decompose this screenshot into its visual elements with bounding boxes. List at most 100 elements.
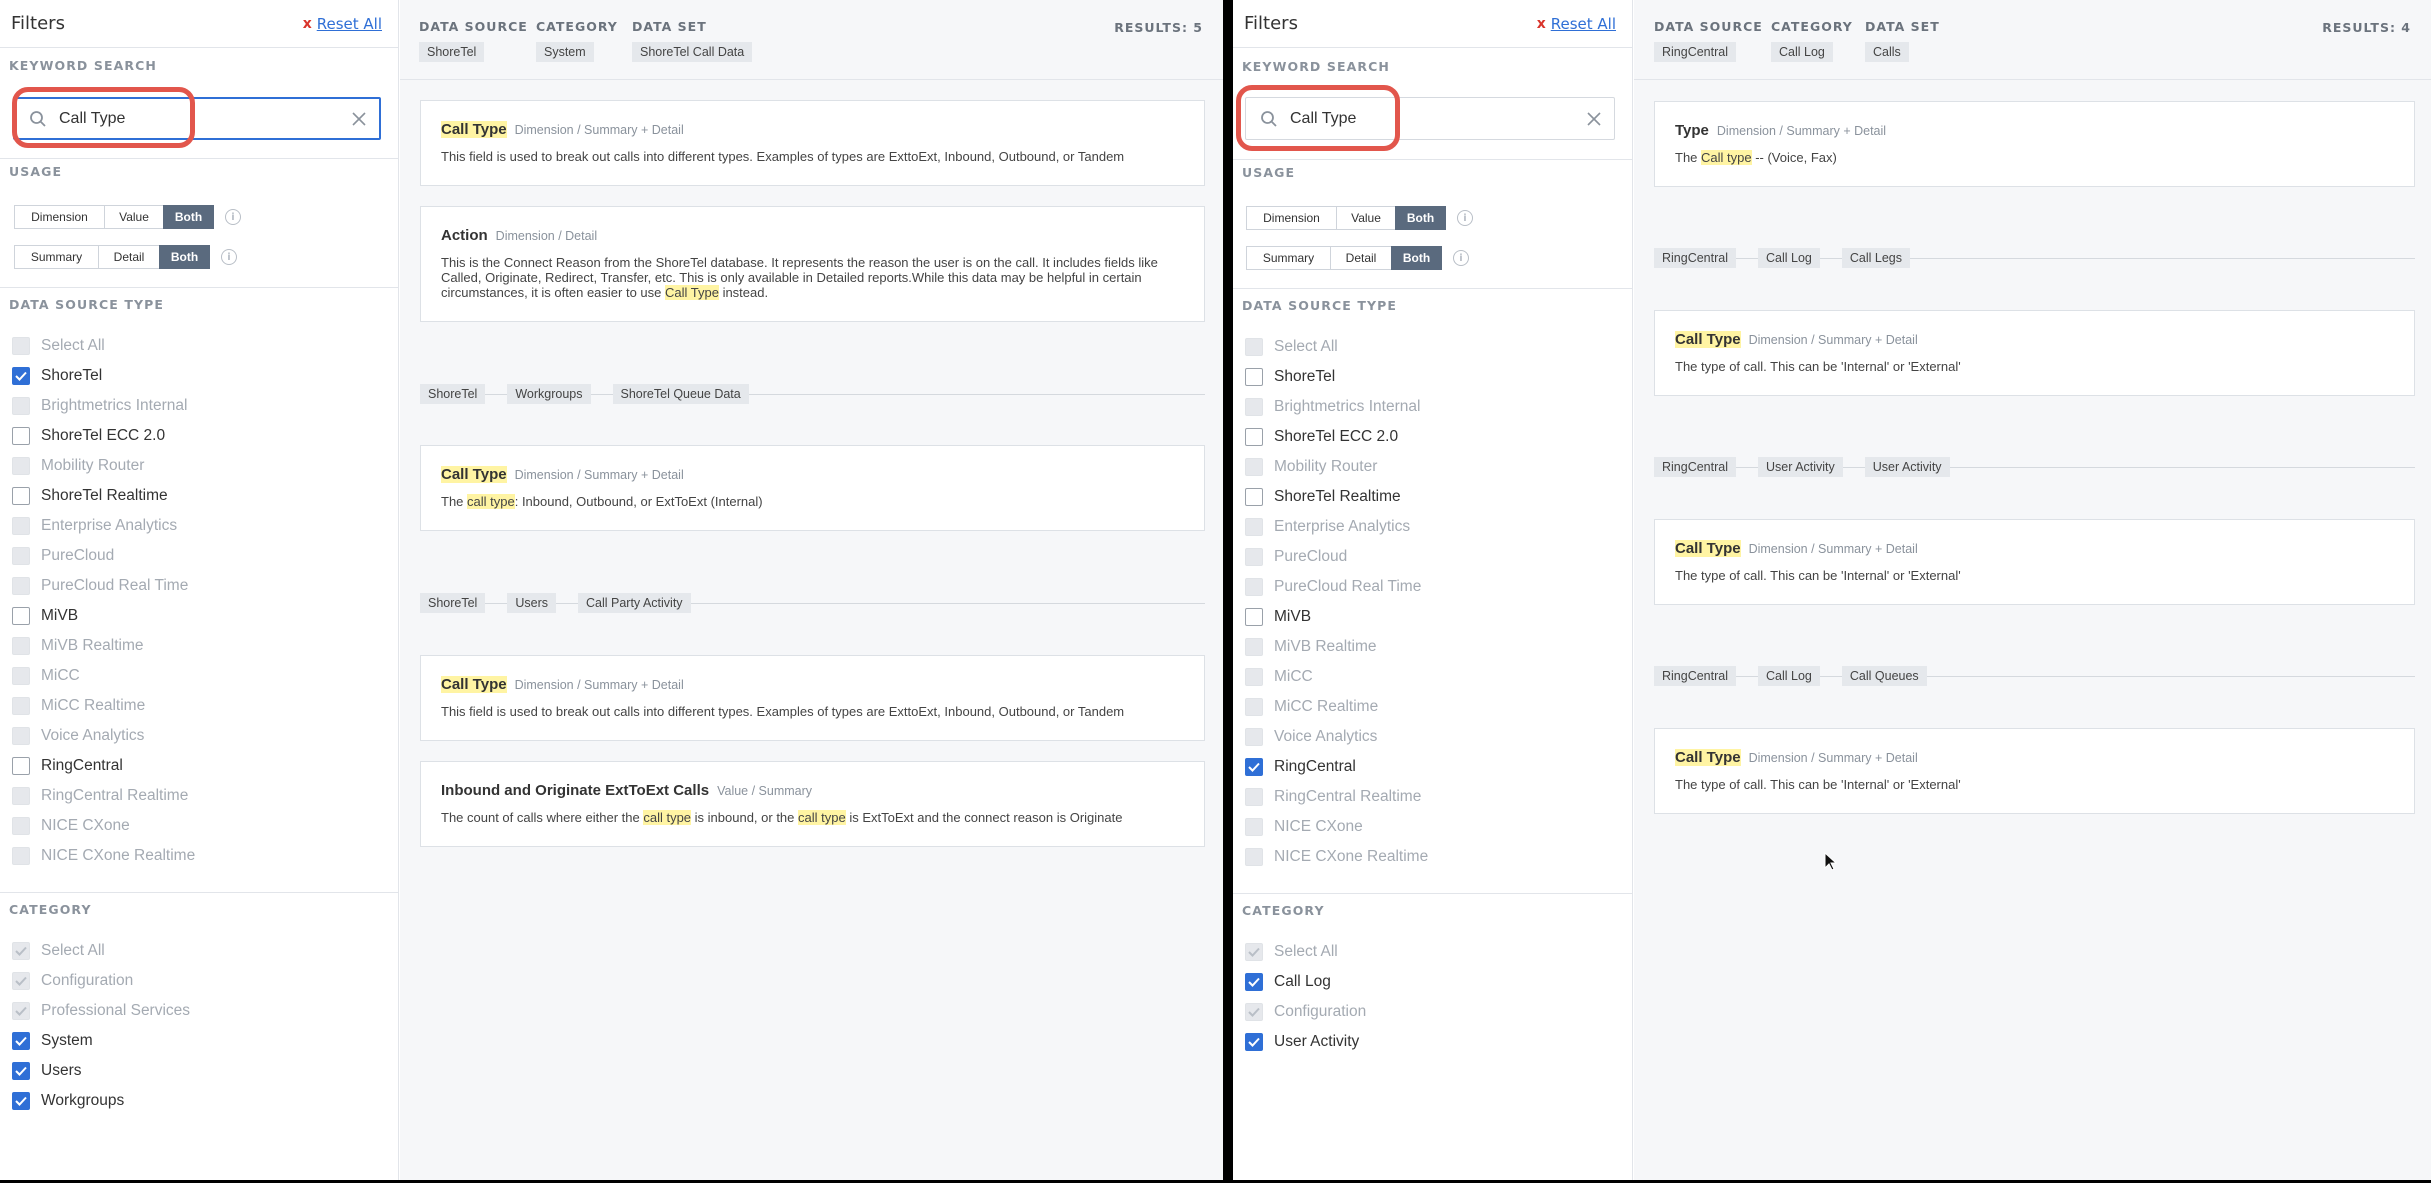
checkbox-row[interactable]: Select All <box>1245 332 1428 362</box>
checkbox[interactable] <box>12 517 30 535</box>
checkbox-row[interactable]: PureCloud Real Time <box>1245 572 1428 602</box>
checkbox[interactable] <box>1245 973 1263 991</box>
seg-value[interactable]: Value <box>1336 206 1396 230</box>
result-card[interactable]: Call Type Dimension / Summary + Detail Th… <box>1654 310 2415 396</box>
checkbox-row[interactable]: Professional Services <box>12 996 190 1026</box>
seg-both[interactable]: Both <box>1391 246 1442 270</box>
checkbox-row[interactable]: RingCentral Realtime <box>12 781 195 811</box>
checkbox[interactable] <box>1245 398 1263 416</box>
checkbox-row[interactable]: ShoreTel <box>1245 362 1428 392</box>
checkbox-row[interactable]: NICE CXone <box>12 811 195 841</box>
checkbox[interactable] <box>1245 578 1263 596</box>
search-input[interactable] <box>55 109 339 128</box>
checkbox-row[interactable]: ShoreTel Realtime <box>12 481 195 511</box>
checkbox[interactable] <box>1245 848 1263 866</box>
checkbox[interactable] <box>1245 548 1263 566</box>
checkbox-row[interactable]: Select All <box>12 331 195 361</box>
info-icon[interactable]: i <box>221 249 237 265</box>
info-icon[interactable]: i <box>225 209 241 225</box>
checkbox[interactable] <box>1245 368 1263 386</box>
result-card[interactable]: Inbound and Originate ExtToExt Calls Valu… <box>420 761 1205 847</box>
checkbox[interactable] <box>12 1032 30 1050</box>
checkbox-row[interactable]: MiVB <box>12 601 195 631</box>
checkbox-row[interactable]: RingCentral <box>12 751 195 781</box>
checkbox-row[interactable]: MiVB <box>1245 602 1428 632</box>
checkbox[interactable] <box>1245 518 1263 536</box>
checkbox-row[interactable]: ShoreTel ECC 2.0 <box>1245 422 1428 452</box>
checkbox-row[interactable]: Mobility Router <box>12 451 195 481</box>
checkbox[interactable] <box>12 847 30 865</box>
checkbox[interactable] <box>1245 818 1263 836</box>
checkbox-row[interactable]: Select All <box>12 936 190 966</box>
reset-all-link[interactable]: Reset All <box>1551 15 1616 33</box>
checkbox[interactable] <box>1245 788 1263 806</box>
result-card[interactable]: Call Type Dimension / Summary + Detail Th… <box>1654 519 2415 605</box>
checkbox-row[interactable]: Brightmetrics Internal <box>12 391 195 421</box>
result-card[interactable]: Call Type Dimension / Summary + Detail Th… <box>1654 728 2415 814</box>
checkbox[interactable] <box>12 942 30 960</box>
checkbox[interactable] <box>1245 728 1263 746</box>
checkbox[interactable] <box>12 972 30 990</box>
checkbox[interactable] <box>12 727 30 745</box>
checkbox[interactable] <box>12 1062 30 1080</box>
clear-search-icon[interactable] <box>339 111 379 127</box>
checkbox[interactable] <box>1245 458 1263 476</box>
seg-detail[interactable]: Detail <box>98 245 160 269</box>
checkbox[interactable] <box>12 607 30 625</box>
checkbox[interactable] <box>12 637 30 655</box>
seg-detail[interactable]: Detail <box>1330 246 1392 270</box>
checkbox[interactable] <box>12 457 30 475</box>
reset-all[interactable]: x Reset All <box>1537 15 1616 33</box>
checkbox-row[interactable]: Configuration <box>12 966 190 996</box>
checkbox[interactable] <box>1245 1003 1263 1021</box>
checkbox-row[interactable]: PureCloud <box>12 541 195 571</box>
checkbox-row[interactable]: Users <box>12 1056 190 1086</box>
checkbox[interactable] <box>12 337 30 355</box>
seg-summary[interactable]: Summary <box>1246 246 1331 270</box>
checkbox[interactable] <box>12 367 30 385</box>
checkbox-row[interactable]: MiVB Realtime <box>12 631 195 661</box>
checkbox-row[interactable]: MiCC Realtime <box>1245 692 1428 722</box>
checkbox[interactable] <box>12 397 30 415</box>
info-icon[interactable]: i <box>1457 210 1473 226</box>
result-card[interactable]: Action Dimension / Detail This is the Con… <box>420 206 1205 322</box>
search-box[interactable] <box>1245 97 1615 140</box>
checkbox[interactable] <box>1245 428 1263 446</box>
checkbox[interactable] <box>12 427 30 445</box>
checkbox-row[interactable]: Mobility Router <box>1245 452 1428 482</box>
checkbox-row[interactable]: MiCC <box>1245 662 1428 692</box>
result-card[interactable]: Call Type Dimension / Summary + Detail Th… <box>420 445 1205 531</box>
checkbox-row[interactable]: ShoreTel <box>12 361 195 391</box>
checkbox-row[interactable]: PureCloud <box>1245 542 1428 572</box>
checkbox[interactable] <box>1245 943 1263 961</box>
checkbox-row[interactable]: NICE CXone Realtime <box>12 841 195 871</box>
checkbox-row[interactable]: Voice Analytics <box>1245 722 1428 752</box>
checkbox-row[interactable]: ShoreTel Realtime <box>1245 482 1428 512</box>
checkbox-row[interactable]: Brightmetrics Internal <box>1245 392 1428 422</box>
checkbox-row[interactable]: MiCC <box>12 661 195 691</box>
checkbox-row[interactable]: System <box>12 1026 190 1056</box>
checkbox[interactable] <box>1245 1033 1263 1051</box>
checkbox[interactable] <box>1245 758 1263 776</box>
clear-search-icon[interactable] <box>1574 111 1614 127</box>
checkbox[interactable] <box>12 787 30 805</box>
checkbox-row[interactable]: Select All <box>1245 937 1366 967</box>
checkbox[interactable] <box>12 757 30 775</box>
checkbox-row[interactable]: Enterprise Analytics <box>12 511 195 541</box>
checkbox[interactable] <box>12 817 30 835</box>
checkbox-row[interactable]: PureCloud Real Time <box>12 571 195 601</box>
info-icon[interactable]: i <box>1453 250 1469 266</box>
reset-all-link[interactable]: Reset All <box>317 15 382 33</box>
checkbox[interactable] <box>12 667 30 685</box>
checkbox[interactable] <box>12 487 30 505</box>
reset-all[interactable]: x Reset All <box>303 15 382 33</box>
checkbox-row[interactable]: MiVB Realtime <box>1245 632 1428 662</box>
checkbox[interactable] <box>12 547 30 565</box>
search-box[interactable] <box>13 97 381 140</box>
checkbox-row[interactable]: Workgroups <box>12 1086 190 1116</box>
checkbox[interactable] <box>12 577 30 595</box>
result-card[interactable]: Call Type Dimension / Summary + Detail Th… <box>420 655 1205 741</box>
seg-both[interactable]: Both <box>159 245 210 269</box>
checkbox-row[interactable]: Configuration <box>1245 997 1366 1027</box>
seg-value[interactable]: Value <box>104 205 164 229</box>
